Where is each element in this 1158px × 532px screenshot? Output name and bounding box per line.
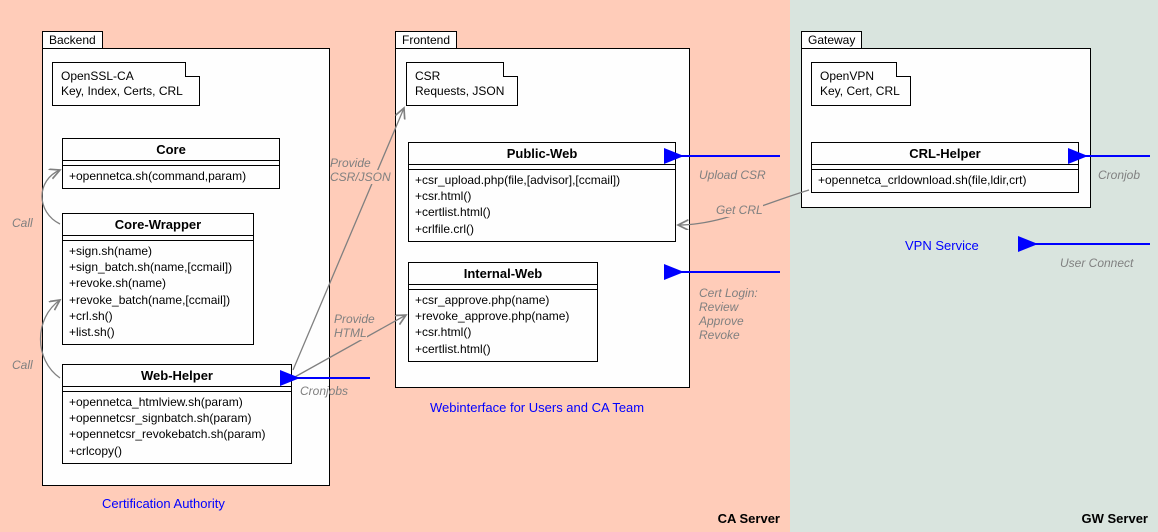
- label-cronjobs: Cronjobs: [300, 384, 348, 398]
- label-cert-login-l2: Review: [699, 300, 738, 314]
- class-core: Core +opennetca.sh(command,param): [62, 138, 280, 189]
- caption-gateway: VPN Service: [905, 238, 979, 253]
- label-provide-csr-l1: Provide: [330, 156, 371, 170]
- label-provide-csr-l2: CSR/JSON: [330, 170, 391, 184]
- caption-frontend: Webinterface for Users and CA Team: [430, 400, 644, 415]
- label-upload-csr: Upload CSR: [699, 168, 766, 182]
- class-web-helper: Web-Helper +opennetca_htmlview.sh(param)…: [62, 364, 292, 464]
- label-user-connect: User Connect: [1060, 256, 1133, 270]
- region-gw-label: GW Server: [1082, 511, 1148, 526]
- note-openssl-ca: OpenSSL-CA Key, Index, Certs, CRL: [52, 62, 200, 106]
- diagram-canvas: CA Server GW Server Backend Frontend Gat…: [0, 0, 1158, 532]
- label-cert-login-l4: Revoke: [699, 328, 740, 342]
- label-cronjob: Cronjob: [1098, 168, 1140, 182]
- class-public-web: Public-Web +csr_upload.php(file,[advisor…: [408, 142, 676, 242]
- class-core-wrapper: Core-Wrapper +sign.sh(name) +sign_batch.…: [62, 213, 254, 345]
- label-provide-html-l2: HTML: [334, 326, 367, 340]
- label-get-crl: Get CRL: [716, 203, 763, 217]
- class-crl-helper: CRL-Helper +opennetca_crldownload.sh(fil…: [811, 142, 1079, 193]
- class-internal-web: Internal-Web +csr_approve.php(name) +rev…: [408, 262, 598, 362]
- label-call-top: Call: [12, 216, 33, 230]
- package-frontend-tab: Frontend: [395, 31, 457, 48]
- note-openvpn: OpenVPN Key, Cert, CRL: [811, 62, 911, 106]
- label-cert-login-l1: Cert Login:: [699, 286, 758, 300]
- caption-backend: Certification Authority: [102, 496, 225, 511]
- label-call-bottom: Call: [12, 358, 33, 372]
- region-ca-label: CA Server: [718, 511, 780, 526]
- label-provide-html-l1: Provide: [334, 312, 375, 326]
- package-gateway-tab: Gateway: [801, 31, 862, 48]
- note-csr: CSR Requests, JSON: [406, 62, 518, 106]
- label-cert-login-l3: Approve: [699, 314, 744, 328]
- package-backend-tab: Backend: [42, 31, 103, 48]
